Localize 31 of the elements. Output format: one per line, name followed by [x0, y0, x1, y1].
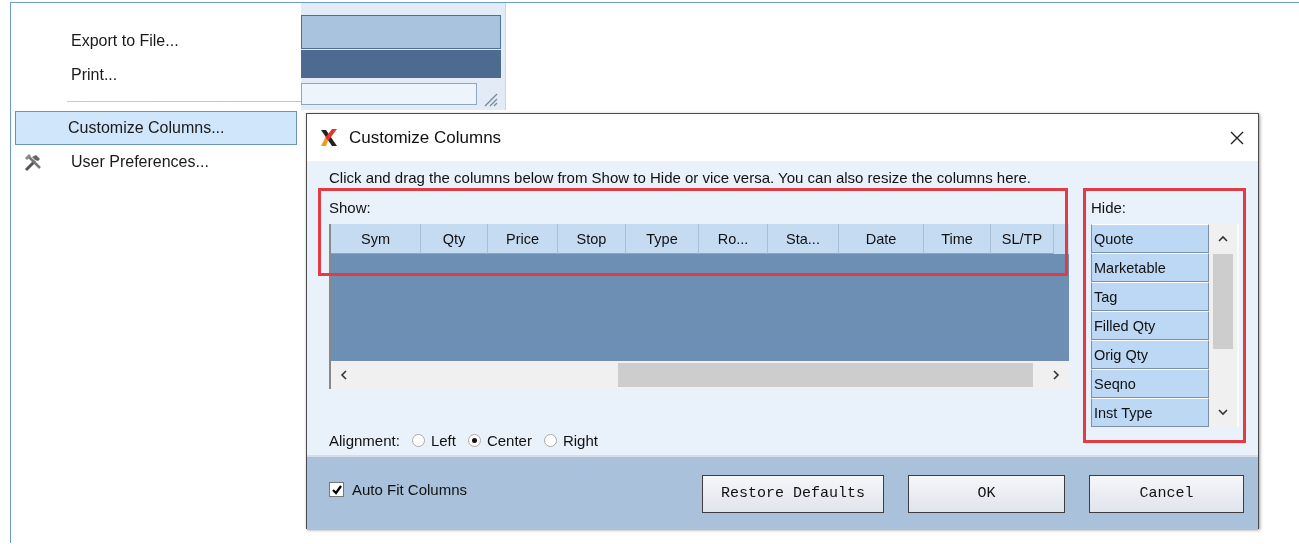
list-item[interactable]: Seqno — [1091, 369, 1209, 398]
checkbox[interactable] — [329, 482, 344, 497]
horizontal-scrollbar[interactable] — [331, 361, 1069, 389]
radio-button[interactable] — [411, 433, 425, 447]
radio-button[interactable] — [543, 433, 557, 447]
menu-item[interactable]: Print... — [15, 58, 297, 92]
vertical-scrollbar[interactable] — [1209, 224, 1237, 427]
list-item[interactable]: Marketable — [1091, 253, 1209, 282]
menu-item[interactable]: Customize Columns... — [15, 111, 297, 145]
dialog-title: Customize Columns — [349, 127, 503, 148]
dialog-button[interactable]: Cancel — [1089, 474, 1244, 513]
radio-label: Left — [430, 431, 456, 449]
check-icon — [330, 484, 343, 495]
list-item[interactable]: Quote — [1091, 224, 1209, 253]
radio-label: Right — [562, 431, 598, 449]
logo-icon — [319, 127, 339, 148]
list-item[interactable]: Filled Qty — [1091, 311, 1209, 340]
checkbox-label: Auto Fit Columns — [352, 481, 468, 498]
show-label: Show: — [329, 198, 372, 218]
dialog-button[interactable]: OK — [908, 474, 1065, 513]
radio-label: Center — [486, 431, 532, 449]
list-item[interactable]: Tag — [1091, 282, 1209, 311]
list-item[interactable]: Orig Qty — [1091, 340, 1209, 369]
instruction-text: Click and drag the columns below from Show to Hide or vice versa. You can also resize the columns here. — [329, 169, 1033, 188]
dialog-button[interactable]: Restore Defaults — [702, 474, 884, 513]
hide-label: Hide: — [1091, 198, 1128, 218]
list-item[interactable]: Inst Type — [1091, 398, 1209, 427]
menu-item[interactable]: Export to File... — [15, 24, 297, 58]
alignment-label: Alignment: — [329, 431, 400, 449]
menu-item[interactable]: User Preferences... — [15, 145, 297, 179]
radio-button[interactable] — [467, 433, 481, 447]
